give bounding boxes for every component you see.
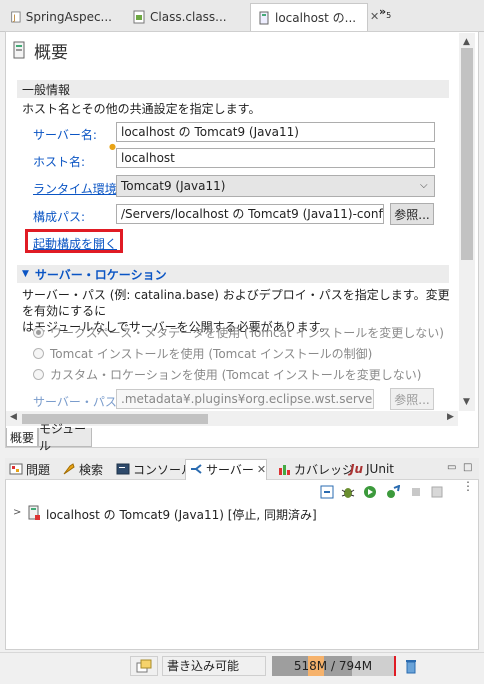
radio-indicator xyxy=(33,327,44,338)
tab-label: SpringAspec... xyxy=(25,10,112,24)
server-entry-name: localhost の Tomcat9 (Java11) xyxy=(46,508,224,522)
host-name-label: ホスト名: xyxy=(33,155,86,169)
expand-arrow-icon: ▼ xyxy=(22,269,29,279)
server-location-header[interactable]: ▼ サーバー・ロケーション xyxy=(17,265,449,283)
workspace-icon[interactable] xyxy=(136,658,152,674)
info-decorator-icon: ● xyxy=(109,142,116,151)
server-location-title: サーバー・ロケーション xyxy=(34,267,167,282)
views-panel xyxy=(5,458,479,650)
host-name-field[interactable]: localhost xyxy=(116,148,435,168)
servers-icon xyxy=(191,464,202,474)
heap-status[interactable]: 518M / 794M xyxy=(272,656,394,676)
stop-server-icon[interactable] xyxy=(409,485,423,499)
tomcat-server-icon xyxy=(28,505,40,520)
scroll-down-icon[interactable]: ▼ xyxy=(463,397,470,407)
search-icon xyxy=(63,463,75,475)
vertical-scroll-thumb[interactable] xyxy=(461,48,473,260)
server-path-browse-button[interactable]: 参照... xyxy=(390,388,434,410)
view-tab-label: JUnit xyxy=(366,462,394,476)
bottom-tab-modules[interactable]: モジュール xyxy=(38,422,92,453)
close-tab-icon[interactable]: ✕ xyxy=(257,463,266,476)
tab-label: Class.class... xyxy=(150,10,227,24)
radio-label: ワークスペース・メタデータを使用 (Tomcat インストールを変更しない) xyxy=(50,326,444,340)
general-info-header: 一般情報 xyxy=(17,80,449,98)
heap-max-marker xyxy=(394,656,396,676)
heap-status-text: 518M / 794M xyxy=(293,659,373,673)
view-tab-label: 問題 xyxy=(26,462,51,477)
scroll-left-icon[interactable]: ◀ xyxy=(10,412,17,422)
chevron-down-icon: ⌵ xyxy=(420,180,428,191)
server-entry-state: [停止, 同期済み] xyxy=(227,508,317,522)
editor-tab-class[interactable]: Class.class... xyxy=(126,4,246,30)
tab-label: localhost の... xyxy=(275,11,357,25)
view-tab-problems[interactable]: 問題 xyxy=(9,459,50,479)
view-tab-label: カバレッジ xyxy=(294,462,355,477)
general-info-description: ホスト名とその他の共通設定を指定します。 xyxy=(22,102,261,116)
general-info-title: 一般情報 xyxy=(22,82,71,97)
config-browse-button[interactable]: 参照... xyxy=(390,203,434,225)
server-name-label: サーバー名: xyxy=(33,128,97,142)
profile-server-icon[interactable] xyxy=(386,485,400,499)
server-path-label: サーバー・パス: xyxy=(33,395,121,409)
server-config-icon xyxy=(259,11,269,24)
maximize-icon[interactable]: □ xyxy=(463,462,472,473)
problems-icon xyxy=(9,463,23,475)
start-server-icon[interactable] xyxy=(363,485,377,499)
trash-icon[interactable] xyxy=(404,658,418,674)
server-path-field[interactable]: .metadata¥.plugins¥org.eclipse.wst.serve… xyxy=(116,389,374,409)
page-title: 概要 xyxy=(34,43,68,63)
editor-tab-springaspect[interactable]: J SpringAspec... xyxy=(4,4,118,30)
runtime-selected-value: Tomcat9 (Java11) xyxy=(121,179,226,193)
view-tab-servers[interactable]: サーバー ✕ xyxy=(189,459,266,479)
svg-text:J: J xyxy=(12,13,15,22)
view-tab-coverage[interactable]: カバレッジ xyxy=(277,459,354,479)
collapse-all-icon[interactable] xyxy=(320,485,334,499)
view-tab-label: コンソール xyxy=(133,462,194,477)
view-menu-icon[interactable]: ⋮ xyxy=(462,480,474,492)
config-path-label: 構成パス: xyxy=(33,210,86,224)
radio-use-workspace-metadata[interactable]: ワークスペース・メタデータを使用 (Tomcat インストールを変更しない) xyxy=(33,324,444,341)
debug-server-icon[interactable] xyxy=(341,485,355,499)
radio-label: Tomcat インストールを使用 (Tomcat インストールの制御) xyxy=(50,347,373,361)
description-line: サーバー・パス (例: catalina.base) およびデプロイ・パスを指定… xyxy=(22,288,450,318)
coverage-icon xyxy=(279,465,290,475)
view-tab-search[interactable]: 検索 xyxy=(62,459,103,479)
class-file-icon xyxy=(133,10,145,24)
editor-tab-localhost[interactable]: localhost の... xyxy=(250,3,368,31)
publish-icon[interactable] xyxy=(430,485,444,499)
junit-icon: Ju xyxy=(350,462,364,476)
radio-label: カスタム・ロケーションを使用 (Tomcat インストールを変更しない) xyxy=(50,368,422,382)
expand-chevron-icon[interactable]: > xyxy=(13,507,21,518)
scroll-up-icon[interactable]: ▲ xyxy=(463,37,470,47)
open-launch-config-link[interactable]: 起動構成を開く xyxy=(33,235,117,252)
view-tab-label: 検索 xyxy=(79,462,104,477)
view-tab-console[interactable]: コンソール xyxy=(116,459,193,479)
bottom-tab-overview[interactable]: 概要 xyxy=(6,428,38,447)
scroll-right-icon[interactable]: ▶ xyxy=(447,412,454,422)
view-tab-junit[interactable]: Ju JUnit xyxy=(350,459,394,479)
server-list-item[interactable]: localhost の Tomcat9 (Java11) [停止, 同期済み] xyxy=(46,506,317,523)
minimize-icon[interactable]: ▭ xyxy=(447,462,456,473)
server-name-field[interactable]: localhost の Tomcat9 (Java11) xyxy=(116,122,435,142)
server-page-icon xyxy=(13,41,25,59)
radio-use-tomcat-install[interactable]: Tomcat インストールを使用 (Tomcat インストールの制御) xyxy=(33,345,372,362)
view-tab-label: サーバー xyxy=(206,462,254,477)
runtime-environment-link[interactable]: ランタイム環境: xyxy=(33,180,121,197)
radio-indicator xyxy=(33,369,44,380)
java-file-icon: J xyxy=(11,11,21,23)
config-path-field[interactable]: /Servers/localhost の Tomcat9 (Java11)-co… xyxy=(116,204,384,224)
radio-use-custom-location[interactable]: カスタム・ロケーションを使用 (Tomcat インストールを変更しない) xyxy=(33,366,422,383)
console-icon xyxy=(116,463,130,475)
tab-overflow-icon[interactable]: »5 xyxy=(379,5,391,20)
close-tab-icon[interactable]: ✕ xyxy=(370,10,379,23)
runtime-select[interactable]: Tomcat9 (Java11) xyxy=(116,175,435,197)
write-mode-indicator: 書き込み可能 xyxy=(162,656,266,676)
radio-indicator xyxy=(33,348,44,359)
